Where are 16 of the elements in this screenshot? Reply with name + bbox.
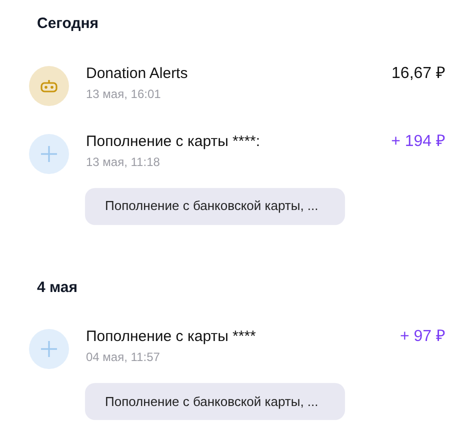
transaction-title: Пополнение с карты **** <box>86 327 257 347</box>
transaction-amount: + 194 ₽ <box>391 132 445 152</box>
comment-chip[interactable]: Пополнение с банковской карты, ... <box>85 383 345 420</box>
transaction-amount: 16,67 ₽ <box>392 64 445 84</box>
transaction-time: 13 мая, 16:01 <box>86 86 162 102</box>
transaction-time: 04 мая, 11:57 <box>86 349 161 365</box>
comment-chip[interactable]: Пополнение с банковской карты, ... <box>85 188 345 224</box>
plus-icon <box>41 146 57 162</box>
robot-icon <box>40 78 58 92</box>
date-heading: Сегодня <box>37 14 100 34</box>
transaction-time: 13 мая, 11:18 <box>86 154 161 170</box>
transaction-amount: + 97 ₽ <box>400 327 445 347</box>
date-heading: 4 мая <box>37 278 79 298</box>
transaction-title: Donation Alerts <box>86 64 189 84</box>
transaction-title: Пополнение с карты ****: <box>86 132 262 152</box>
plus-icon <box>41 341 57 357</box>
